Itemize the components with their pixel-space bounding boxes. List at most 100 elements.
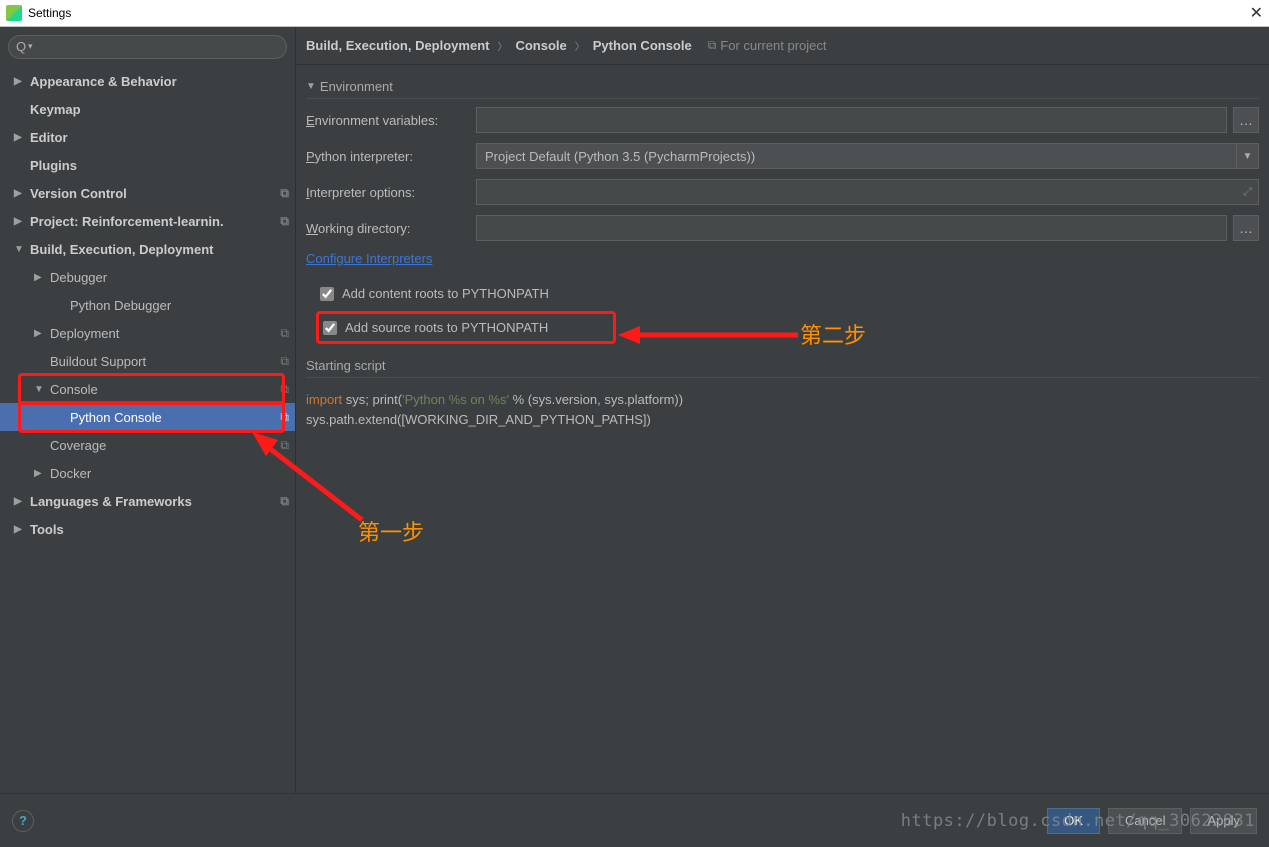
tree-label: Languages & Frameworks [30, 494, 192, 509]
chevron-down-icon: ▼ [34, 384, 46, 395]
ok-button[interactable]: OK [1047, 808, 1100, 834]
env-vars-browse-button[interactable]: … [1233, 107, 1259, 133]
sidebar-item-buildout[interactable]: Buildout Support ⧉ [0, 347, 295, 375]
tree-label: Deployment [50, 326, 119, 341]
sidebar-item-appearance[interactable]: ▶ Appearance & Behavior [0, 67, 295, 95]
chevron-right-icon: ▶ [14, 216, 26, 227]
add-source-roots-checkbox[interactable] [323, 321, 337, 335]
titlebar: Settings ✕ [0, 0, 1269, 27]
tree-label: Buildout Support [50, 354, 146, 369]
tree-label: Python Debugger [70, 298, 171, 313]
tree-label: Console [50, 382, 98, 397]
settings-tree: ▶ Appearance & Behavior Keymap ▶ Editor Pl… [0, 67, 295, 793]
env-section-header[interactable]: ▼ Environment [306, 73, 1259, 99]
copy-icon: ⧉ [280, 214, 289, 229]
interpreter-combo[interactable]: Project Default (Python 3.5 (PycharmProj… [476, 143, 1259, 169]
chevron-down-icon: ▼ [1236, 144, 1258, 168]
chevron-right-icon: 〉 [575, 38, 585, 53]
tree-label: Plugins [30, 158, 77, 173]
sidebar-item-coverage[interactable]: Coverage ⧉ [0, 431, 295, 459]
apply-button[interactable]: Apply [1190, 808, 1257, 834]
copy-icon: ⧉ [280, 410, 289, 425]
copy-icon: ⧉ [280, 438, 289, 453]
sidebar-item-tools[interactable]: ▶ Tools [0, 515, 295, 543]
tree-label: Coverage [50, 438, 106, 453]
starting-script-editor[interactable]: import sys; print('Python %s on %s' % (s… [306, 386, 1259, 433]
sidebar-item-python-debugger[interactable]: Python Debugger [0, 291, 295, 319]
tree-label: Editor [30, 130, 68, 145]
crumb-console[interactable]: Console [515, 38, 566, 53]
window-title: Settings [28, 6, 71, 20]
interpreter-value: Project Default (Python 3.5 (PycharmProj… [485, 149, 755, 164]
interpreter-label: Python interpreter: [306, 149, 476, 164]
starting-script-label: Starting script [306, 348, 1259, 378]
sidebar: Q ▾ ▶Appearance & Behavior Keymap ▶Edito… [0, 27, 296, 793]
chevron-right-icon: ▶ [34, 468, 46, 479]
chevron-right-icon: 〉 [497, 38, 507, 53]
copy-icon: ⧉ [708, 38, 717, 53]
sidebar-item-editor[interactable]: ▶ Editor [0, 123, 295, 151]
sidebar-item-python-console[interactable]: Python Console ⧉ [0, 403, 295, 431]
checkbox-label: Add source roots to PYTHONPATH [345, 320, 548, 335]
env-vars-label: Environment variables: [306, 113, 476, 128]
interpreter-opts-label: Interpreter options: [306, 185, 476, 200]
content-panel: Build, Execution, Deployment 〉 Console 〉… [296, 27, 1269, 793]
copy-icon: ⧉ [280, 326, 289, 341]
chevron-right-icon: ▶ [14, 132, 26, 143]
tree-label: Tools [30, 522, 64, 537]
chevron-right-icon: ▶ [14, 524, 26, 535]
chevron-right-icon: ▶ [34, 272, 46, 283]
section-label: Environment [320, 79, 393, 94]
sidebar-item-keymap[interactable]: Keymap [0, 95, 295, 123]
scope-label: For current project [720, 38, 826, 53]
tree-label: Docker [50, 466, 91, 481]
chevron-down-icon: ▼ [14, 244, 26, 255]
expand-icon[interactable]: ⤢ [1243, 186, 1252, 199]
sidebar-item-deployment[interactable]: ▶ Deployment ⧉ [0, 319, 295, 347]
crumb-python-console[interactable]: Python Console [593, 38, 692, 53]
sidebar-item-build[interactable]: ▼ Build, Execution, Deployment [0, 235, 295, 263]
search-dropdown-icon[interactable]: ▾ [28, 41, 33, 52]
chevron-right-icon: ▶ [14, 76, 26, 87]
crumb-build[interactable]: Build, Execution, Deployment [306, 38, 489, 53]
chevron-right-icon: ▶ [34, 328, 46, 339]
tree-label: Appearance & Behavior [30, 74, 177, 89]
interpreter-opts-input[interactable]: ⤢ [476, 179, 1259, 205]
configure-interpreters-link[interactable]: Configure Interpreters [306, 251, 432, 266]
cancel-button[interactable]: Cancel [1108, 808, 1182, 834]
chevron-down-icon: ▼ [306, 81, 316, 92]
tree-label: Python Console [70, 410, 162, 425]
app-icon [6, 5, 22, 21]
dialog-footer: ? OK Cancel Apply [0, 793, 1269, 847]
search-input[interactable] [8, 35, 287, 59]
add-content-roots-checkbox-row[interactable]: Add content roots to PYTHONPATH [316, 280, 1259, 307]
close-icon[interactable]: ✕ [1250, 3, 1263, 23]
breadcrumb: Build, Execution, Deployment 〉 Console 〉… [296, 27, 1269, 65]
copy-icon: ⧉ [280, 494, 289, 509]
working-dir-browse-button[interactable]: … [1233, 215, 1259, 241]
sidebar-item-console[interactable]: ▼ Console ⧉ [0, 375, 295, 403]
checkbox-label: Add content roots to PYTHONPATH [342, 286, 549, 301]
sidebar-item-docker[interactable]: ▶ Docker [0, 459, 295, 487]
add-content-roots-checkbox[interactable] [320, 287, 334, 301]
chevron-right-icon: ▶ [14, 188, 26, 199]
add-source-roots-checkbox-row[interactable]: Add source roots to PYTHONPATH [316, 311, 616, 344]
copy-icon: ⧉ [280, 354, 289, 369]
tree-label: Project: Reinforcement-learnin. [30, 214, 224, 229]
tree-label: Keymap [30, 102, 81, 117]
sidebar-item-languages[interactable]: ▶ Languages & Frameworks ⧉ [0, 487, 295, 515]
sidebar-item-project[interactable]: ▶ Project: Reinforcement-learnin. ⧉ [0, 207, 295, 235]
code-kw: import [306, 392, 342, 407]
working-dir-input[interactable] [476, 215, 1227, 241]
copy-icon: ⧉ [280, 382, 289, 397]
working-dir-label: Working directory: [306, 221, 476, 236]
tree-label: Build, Execution, Deployment [30, 242, 213, 257]
env-vars-input[interactable] [476, 107, 1227, 133]
sidebar-item-plugins[interactable]: Plugins [0, 151, 295, 179]
copy-icon: ⧉ [280, 186, 289, 201]
tree-label: Version Control [30, 186, 127, 201]
chevron-right-icon: ▶ [14, 496, 26, 507]
sidebar-item-version-control[interactable]: ▶ Version Control ⧉ [0, 179, 295, 207]
sidebar-item-debugger[interactable]: ▶Debugger [0, 263, 295, 291]
help-button[interactable]: ? [12, 810, 34, 832]
